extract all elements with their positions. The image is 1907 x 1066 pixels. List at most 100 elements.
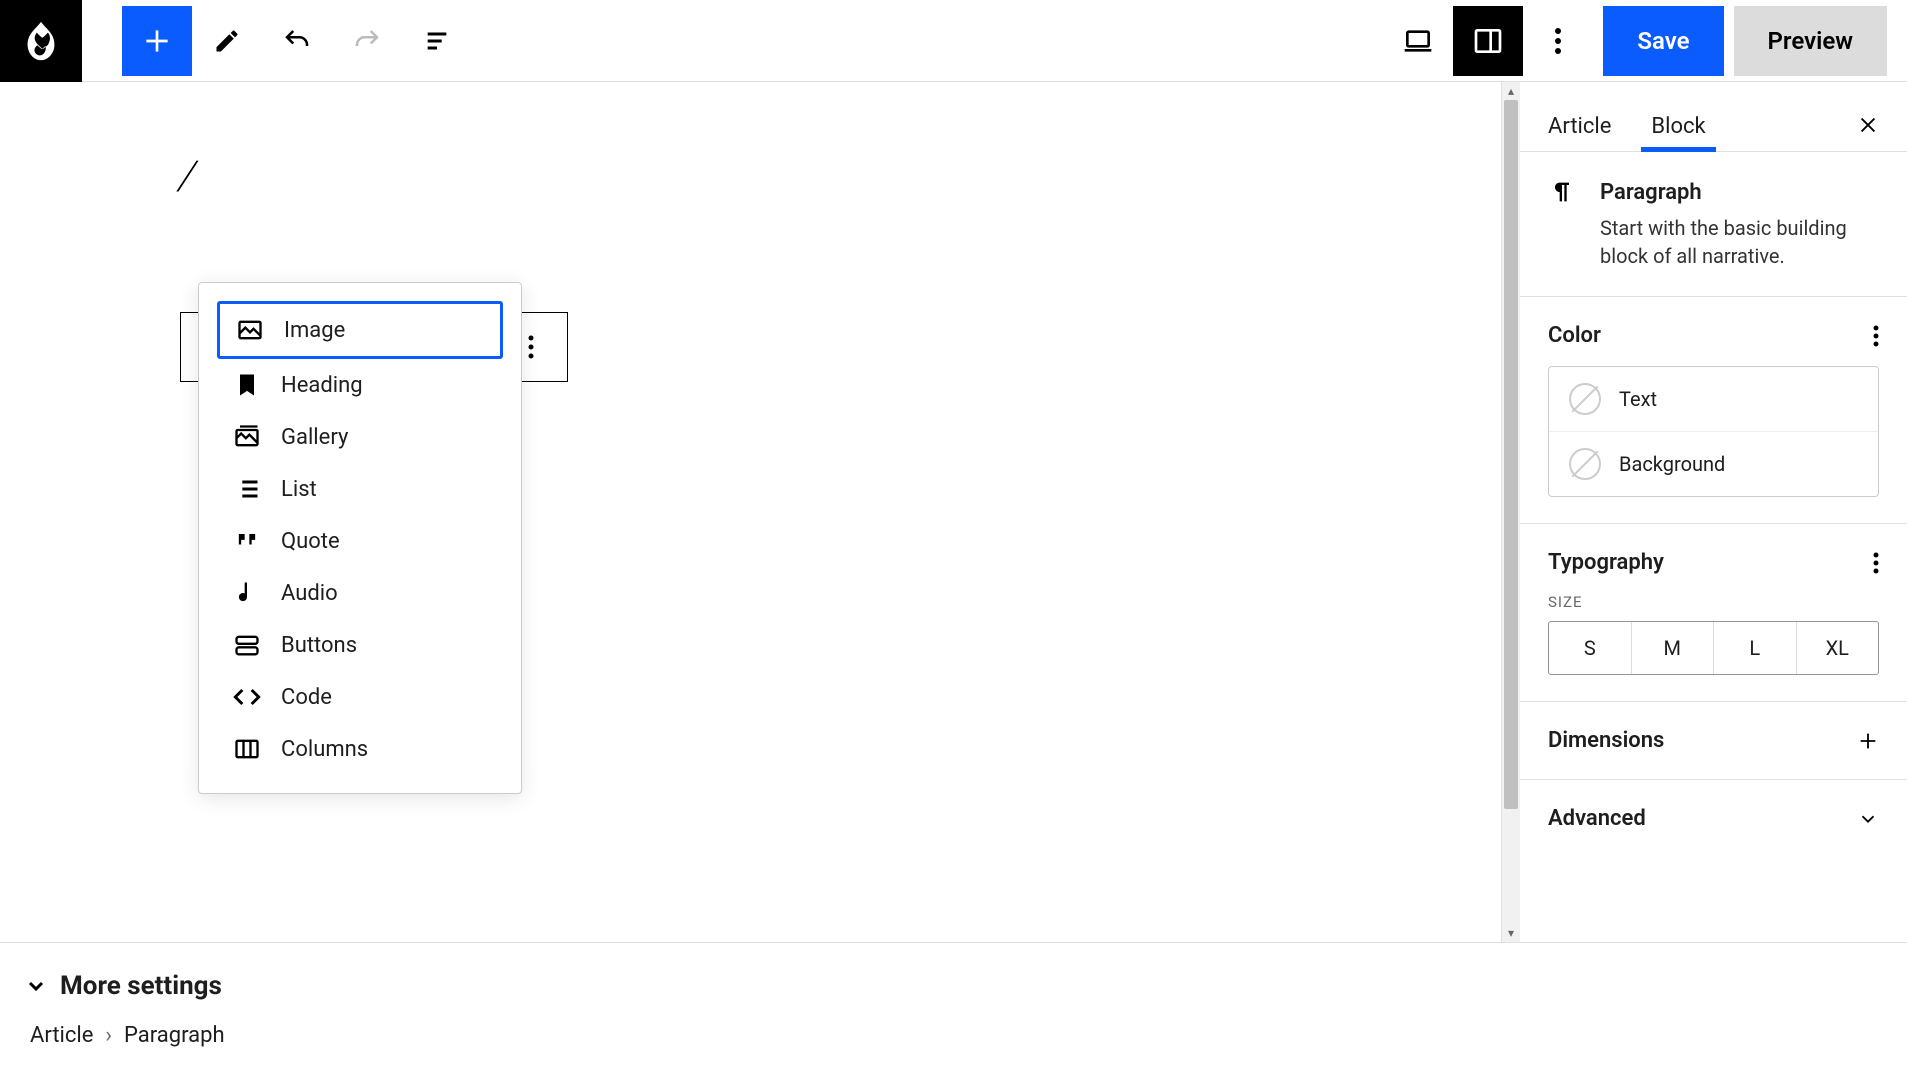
kebab-icon[interactable] [1873,552,1879,574]
image-icon [236,316,264,344]
outline-button[interactable] [402,6,472,76]
block-title: Paragraph [1600,180,1702,205]
undo-button[interactable] [262,6,332,76]
panel-icon [1472,25,1504,57]
block-option-label: Heading [281,373,363,398]
drupal-icon [18,18,64,64]
block-option-label: List [281,477,317,502]
block-option-heading[interactable]: Heading [217,359,503,411]
scroll-thumb[interactable] [1504,100,1518,809]
undo-icon [282,26,312,56]
buttons-icon [233,631,261,659]
block-option-code[interactable]: Code [217,671,503,723]
preview-button[interactable]: Preview [1734,6,1887,76]
color-text-label: Text [1619,387,1657,411]
color-swatch-none [1569,448,1601,480]
close-icon [1857,114,1879,136]
size-s[interactable]: S [1549,622,1631,674]
editor-canvas[interactable]: / Image Heading Gallery [0,82,1501,942]
size-l[interactable]: L [1713,622,1796,674]
plus-icon[interactable] [1857,730,1879,752]
color-heading: Color [1548,323,1601,348]
outline-icon [423,27,451,55]
scroll-track[interactable] [1502,100,1520,924]
chevron-down-icon[interactable] [1857,808,1879,830]
more-settings-toggle[interactable]: More settings [0,943,1907,1015]
plus-icon [141,25,173,57]
block-option-label: Image [284,318,345,343]
block-option-label: Buttons [281,633,357,658]
block-option-label: Code [281,685,332,710]
block-option-label: Quote [281,529,340,554]
block-option-label: Columns [281,737,368,762]
crumb-paragraph[interactable]: Paragraph [124,1023,225,1048]
block-description: Start with the basic building block of a… [1600,214,1879,270]
kebab-icon[interactable] [1873,325,1879,347]
block-option-label: Gallery [281,425,348,450]
redo-icon [352,26,382,56]
bottom-bar: More settings Article › Paragraph [0,942,1907,1060]
more-settings-label: More settings [60,971,222,1001]
panel-advanced[interactable]: Advanced [1520,780,1907,857]
panel-color: Color Text Background [1520,297,1907,524]
panel-typography: Typography SIZE S M L XL [1520,524,1907,702]
block-option-columns[interactable]: Columns [217,723,503,775]
slash-command-text: / [174,152,202,199]
crumb-article[interactable]: Article [30,1023,93,1048]
panel-block-info: Paragraph Start with the basic building … [1520,152,1907,297]
gallery-icon [233,423,261,451]
redo-button[interactable] [332,6,402,76]
panel-dimensions[interactable]: Dimensions [1520,702,1907,780]
tab-block[interactable]: Block [1651,102,1705,151]
list-icon [233,475,261,503]
bookmark-icon [233,371,261,399]
settings-panel-toggle[interactable] [1453,6,1523,76]
settings-sidebar: ▴ ▾ Article Block Paragraph Start with t… [1501,82,1907,942]
advanced-heading: Advanced [1548,806,1646,831]
kebab-icon [528,335,534,359]
audio-icon [233,579,261,607]
color-swatch-none [1569,383,1601,415]
code-icon [233,683,261,711]
add-block-button[interactable] [122,6,192,76]
quote-icon [233,527,261,555]
laptop-icon [1402,25,1434,57]
block-option-quote[interactable]: Quote [217,515,503,567]
color-background-label: Background [1619,452,1725,476]
columns-icon [233,735,261,763]
chevron-right-icon: › [105,1023,112,1048]
desktop-view-button[interactable] [1383,6,1453,76]
top-toolbar: Save Preview [0,0,1907,82]
block-inserter-popup: Image Heading Gallery List Quote Audio [198,282,522,794]
block-option-image[interactable]: Image [217,301,503,359]
size-m[interactable]: M [1631,622,1714,674]
size-group: S M L XL [1548,621,1879,675]
edit-tool-button[interactable] [192,6,262,76]
scroll-down-button[interactable]: ▾ [1502,924,1520,942]
sidebar-close-button[interactable] [1857,114,1879,140]
kebab-icon [1555,27,1561,55]
breadcrumb: Article › Paragraph [0,1015,1907,1060]
tab-article[interactable]: Article [1548,102,1611,151]
block-option-audio[interactable]: Audio [217,567,503,619]
block-option-gallery[interactable]: Gallery [217,411,503,463]
chevron-down-icon [24,974,48,998]
more-options-button[interactable] [1523,6,1593,76]
paragraph-icon [1548,178,1576,206]
sidebar-tabs: Article Block [1520,82,1907,152]
save-button[interactable]: Save [1603,6,1723,76]
pencil-icon [213,27,241,55]
scroll-up-button[interactable]: ▴ [1502,82,1520,100]
drupal-logo[interactable] [0,0,82,82]
sidebar-scrollbar[interactable]: ▴ ▾ [1502,82,1520,942]
block-option-buttons[interactable]: Buttons [217,619,503,671]
size-xl[interactable]: XL [1796,622,1879,674]
color-background-row[interactable]: Background [1549,431,1878,496]
main-area: / Image Heading Gallery [0,82,1907,942]
size-label: SIZE [1548,593,1879,611]
color-text-row[interactable]: Text [1549,367,1878,431]
dimensions-heading: Dimensions [1548,728,1664,753]
block-option-list[interactable]: List [217,463,503,515]
typography-heading: Typography [1548,550,1664,575]
block-option-label: Audio [281,581,338,606]
